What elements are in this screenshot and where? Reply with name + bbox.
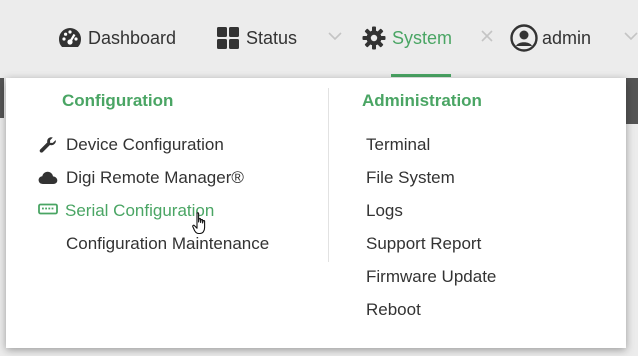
nav-dashboard[interactable]: Dashboard <box>56 22 176 54</box>
dashboard-gauge-icon <box>56 24 84 52</box>
active-tab-indicator <box>391 74 451 77</box>
menu-reboot[interactable]: Reboot <box>366 297 421 323</box>
menu-logs[interactable]: Logs <box>366 198 403 224</box>
admin-chevron-down-icon[interactable] <box>622 27 638 45</box>
chevron-down-icon[interactable] <box>326 27 344 45</box>
menu-support-report[interactable]: Support Report <box>366 231 481 257</box>
nav-admin[interactable]: admin <box>510 22 591 54</box>
nav-status[interactable]: Status <box>214 22 297 54</box>
menu-terminal[interactable]: Terminal <box>366 132 430 158</box>
nav-dashboard-label: Dashboard <box>88 27 177 48</box>
background-page-edge-right <box>626 78 638 124</box>
menu-configuration-maintenance[interactable]: Configuration Maintenance <box>66 231 269 257</box>
menu-firmware-update[interactable]: Firmware Update <box>366 264 496 290</box>
serial-port-icon <box>37 198 59 220</box>
nav-system[interactable]: System <box>360 22 452 54</box>
close-icon[interactable] <box>478 27 496 45</box>
background-page-edge <box>0 78 4 118</box>
administration-heading: Administration <box>362 91 482 110</box>
user-avatar-icon <box>510 24 538 52</box>
system-gear-icon <box>360 24 388 52</box>
cloud-icon <box>37 167 59 189</box>
status-grid-icon <box>214 24 242 52</box>
top-navigation-bar: Dashboard Status System admin <box>0 0 638 78</box>
nav-system-label: System <box>392 27 453 48</box>
configuration-heading: Configuration <box>62 91 174 110</box>
nav-status-label: Status <box>246 27 298 48</box>
hand-pointer-cursor-icon <box>192 212 206 235</box>
nav-admin-label: admin <box>542 27 592 48</box>
menu-file-system[interactable]: File System <box>366 165 455 191</box>
wrench-icon <box>37 134 59 156</box>
menu-digi-remote-manager[interactable]: Digi Remote Manager® <box>66 165 244 191</box>
system-dropdown-menu: Configuration Device Configuration Digi … <box>6 78 626 348</box>
menu-device-configuration[interactable]: Device Configuration <box>66 132 224 158</box>
column-divider <box>328 88 329 262</box>
